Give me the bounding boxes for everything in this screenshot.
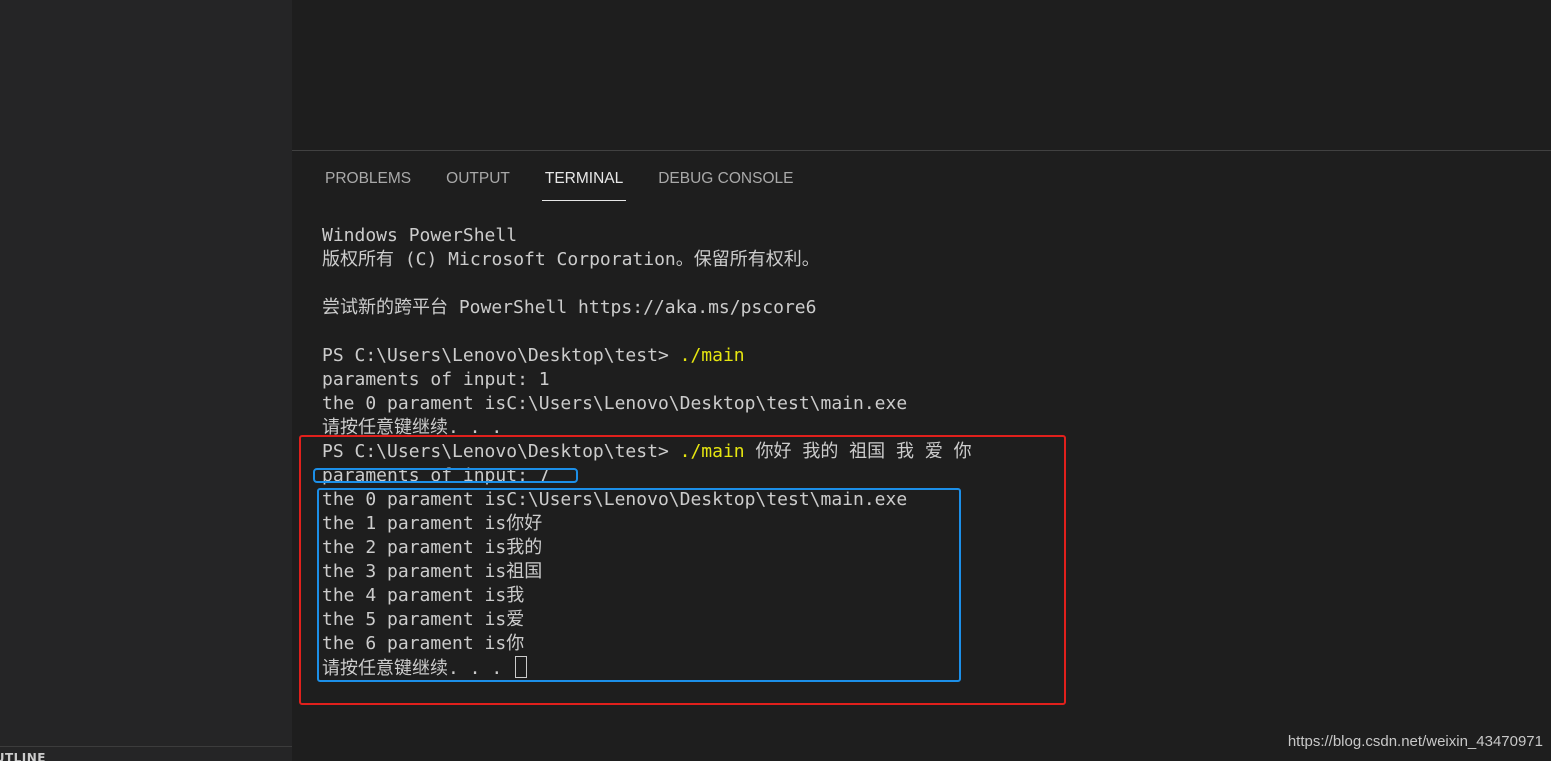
terminal-line: PS C:\Users\Lenovo\Desktop\test> ./main	[322, 344, 1522, 368]
tab-output[interactable]: OUTPUT	[446, 168, 510, 201]
terminal-line-text: paraments of input: 1	[322, 369, 550, 390]
terminal-line: paraments of input: 1	[322, 368, 1522, 392]
vscode-window: OUTLINE PROBLEMS OUTPUT TERMINAL DEBUG C…	[0, 0, 1551, 761]
terminal-command: ./main	[679, 345, 745, 366]
terminal-line: Windows PowerShell	[322, 224, 1522, 248]
terminal-line-text: PS C:\Users\Lenovo\Desktop\test>	[322, 345, 680, 366]
terminal-line-text: the 0 parament isC:\Users\Lenovo\Desktop…	[322, 393, 908, 414]
terminal-line-text: 尝试新的跨平台 PowerShell https://aka.ms/pscore…	[322, 297, 817, 318]
terminal-line-text: 版权所有 (C) Microsoft Corporation。保留所有权利。	[322, 249, 820, 270]
terminal-line: 版权所有 (C) Microsoft Corporation。保留所有权利。	[322, 248, 1522, 272]
tab-problems[interactable]: PROBLEMS	[325, 168, 411, 201]
panel-tabs: PROBLEMS OUTPUT TERMINAL DEBUG CONSOLE	[325, 168, 828, 202]
outline-section-header[interactable]: OUTLINE	[0, 751, 46, 761]
annotation-blue-box-input-count	[313, 468, 578, 483]
tab-terminal[interactable]: TERMINAL	[541, 168, 627, 201]
terminal-line: 尝试新的跨平台 PowerShell https://aka.ms/pscore…	[322, 296, 1522, 320]
terminal-line-text: Windows PowerShell	[322, 225, 518, 246]
annotation-blue-box-parameters	[317, 488, 961, 682]
tab-debug-console[interactable]: DEBUG CONSOLE	[658, 168, 793, 201]
terminal-line: the 0 parament isC:\Users\Lenovo\Desktop…	[322, 392, 1522, 416]
sidebar-divider	[0, 746, 292, 747]
editor-area[interactable]	[292, 0, 1551, 150]
sidebar: OUTLINE	[0, 0, 292, 761]
watermark-text: https://blog.csdn.net/weixin_43470971	[1287, 733, 1543, 750]
